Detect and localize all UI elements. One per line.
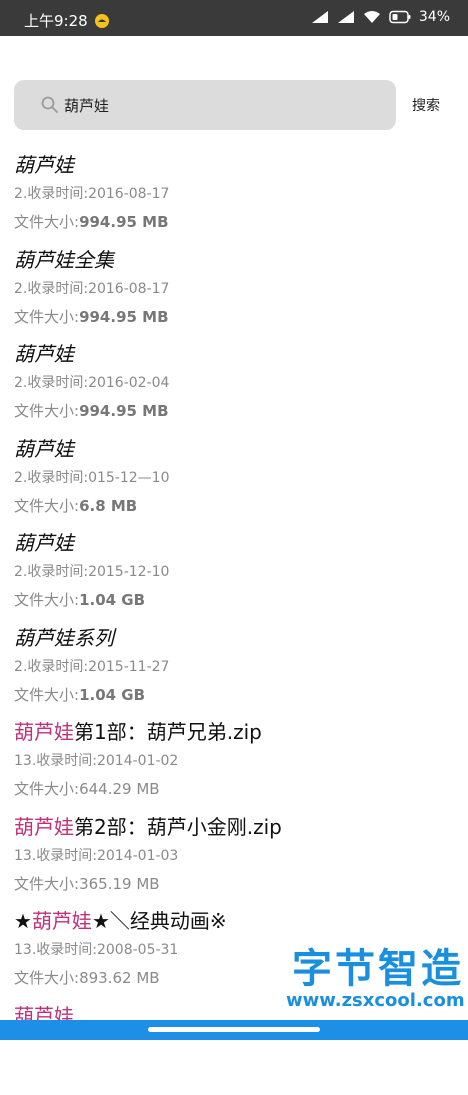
result-time: 2.收录时间:2015-11-27: [14, 655, 454, 679]
notification-icon: [94, 13, 110, 29]
size-label: 文件大小:: [14, 213, 79, 231]
result-title-highlight: 葫芦娃: [14, 531, 74, 555]
result-time: 2.收录时间:015-12—10: [14, 466, 454, 490]
size-value: 893.62 MB: [79, 969, 160, 987]
size-value: 994.95 MB: [79, 402, 168, 420]
result-time: 2.收录时间:2016-08-17: [14, 277, 454, 301]
size-label: 文件大小:: [14, 402, 79, 420]
size-value: 994.95 MB: [79, 308, 168, 326]
result-time: 2.收录时间:2015-12-10: [14, 560, 454, 584]
result-size: 文件大小:994.95 MB: [14, 398, 454, 424]
status-right: 34%: [311, 9, 450, 25]
list-item[interactable]: 葫芦娃第2部：葫芦小金刚.zip 13.收录时间:2014-01-03 文件大小…: [14, 812, 454, 907]
result-size: 文件大小:994.95 MB: [14, 209, 454, 235]
result-title-highlight: 葫芦娃: [14, 437, 74, 461]
list-item[interactable]: 葫芦娃全集 2.收录时间:2016-08-17 文件大小:994.95 MB: [14, 245, 454, 340]
result-title: 葫芦娃第1部：葫芦兄弟.zip: [14, 717, 454, 747]
result-title-prefix: ★: [14, 909, 32, 933]
size-label: 文件大小:: [14, 308, 79, 326]
result-size: 文件大小:1.04 GB: [14, 587, 454, 613]
result-title: 葫芦娃: [14, 339, 454, 369]
list-item[interactable]: ★葫芦娃★＼经典动画※ 13.收录时间:2008-05-31 文件大小:893.…: [14, 906, 454, 1001]
result-title: ★葫芦娃★＼经典动画※: [14, 906, 454, 936]
result-size: 文件大小:1.04 GB: [14, 682, 454, 708]
search-icon: [40, 95, 60, 115]
battery-icon: [389, 10, 411, 24]
result-size: 文件大小:994.95 MB: [14, 304, 454, 330]
list-item[interactable]: 葫芦娃: [14, 1001, 454, 1095]
result-title-highlight: 葫芦娃系列: [14, 626, 114, 650]
result-size: 文件大小:365.19 MB: [14, 871, 454, 897]
size-value: 644.29 MB: [79, 780, 160, 798]
size-value: 365.19 MB: [79, 875, 160, 893]
size-label: 文件大小:: [14, 780, 79, 798]
result-title-rest: ★＼经典动画※: [92, 909, 227, 933]
result-title-highlight: 葫芦娃: [14, 342, 74, 366]
status-bar: 上午9:28: [0, 0, 468, 36]
result-size: 文件大小:644.29 MB: [14, 776, 454, 802]
result-title: 葫芦娃: [14, 434, 454, 464]
result-title-highlight: 葫芦娃: [32, 909, 92, 933]
result-title: 葫芦娃全集: [14, 245, 454, 275]
result-title-rest: 第2部：葫芦小金刚.zip: [74, 815, 282, 839]
wifi-icon: [363, 10, 381, 24]
result-size: 文件大小:893.62 MB: [14, 965, 454, 991]
list-item[interactable]: 葫芦娃 2.收录时间:2016-08-17 文件大小:994.95 MB: [14, 150, 454, 245]
result-title-highlight: 葫芦娃: [14, 153, 74, 177]
result-title: 葫芦娃: [14, 528, 454, 558]
list-item[interactable]: 葫芦娃 2.收录时间:2016-02-04 文件大小:994.95 MB: [14, 339, 454, 434]
size-label: 文件大小:: [14, 497, 79, 515]
signal-icon-2: [337, 10, 355, 24]
result-size: 文件大小:6.8 MB: [14, 493, 454, 519]
signal-icon: [311, 10, 329, 24]
battery-level: 34%: [419, 9, 450, 25]
result-time: 2.收录时间:2016-02-04: [14, 371, 454, 395]
list-item[interactable]: 葫芦娃系列 2.收录时间:2015-11-27 文件大小:1.04 GB: [14, 623, 454, 718]
result-title-highlight: 葫芦娃全集: [14, 248, 114, 272]
search-row: 搜索: [0, 80, 468, 132]
size-value: 1.04 GB: [79, 686, 145, 704]
result-time: 13.收录时间:2014-01-03: [14, 844, 454, 868]
result-title-highlight: 葫芦娃: [14, 720, 74, 744]
results-list: 葫芦娃 2.收录时间:2016-08-17 文件大小:994.95 MB 葫芦娃…: [14, 150, 454, 1095]
result-time: 13.收录时间:2014-01-02: [14, 749, 454, 773]
list-item[interactable]: 葫芦娃第1部：葫芦兄弟.zip 13.收录时间:2014-01-02 文件大小:…: [14, 717, 454, 812]
size-value: 994.95 MB: [79, 213, 168, 231]
result-title: 葫芦娃第2部：葫芦小金刚.zip: [14, 812, 454, 842]
result-time: 13.收录时间:2008-05-31: [14, 938, 454, 962]
result-title-rest: 第1部：葫芦兄弟.zip: [74, 720, 262, 744]
size-label: 文件大小:: [14, 686, 79, 704]
search-box[interactable]: [14, 80, 396, 130]
search-input[interactable]: [64, 80, 394, 130]
size-value: 1.04 GB: [79, 591, 145, 609]
size-label: 文件大小:: [14, 969, 79, 987]
size-value: 6.8 MB: [79, 497, 137, 515]
result-title: 葫芦娃系列: [14, 623, 454, 653]
search-button[interactable]: 搜索: [412, 94, 452, 116]
result-title-highlight: 葫芦娃: [14, 815, 74, 839]
status-time: 上午9:28: [24, 10, 88, 31]
status-left: 上午9:28: [24, 10, 110, 31]
list-item[interactable]: 葫芦娃 2.收录时间:015-12—10 文件大小:6.8 MB: [14, 434, 454, 529]
list-item[interactable]: 葫芦娃 2.收录时间:2015-12-10 文件大小:1.04 GB: [14, 528, 454, 623]
size-label: 文件大小:: [14, 591, 79, 609]
size-label: 文件大小:: [14, 875, 79, 893]
home-indicator[interactable]: [148, 1027, 320, 1032]
result-time: 2.收录时间:2016-08-17: [14, 182, 454, 206]
result-title: 葫芦娃: [14, 150, 454, 180]
